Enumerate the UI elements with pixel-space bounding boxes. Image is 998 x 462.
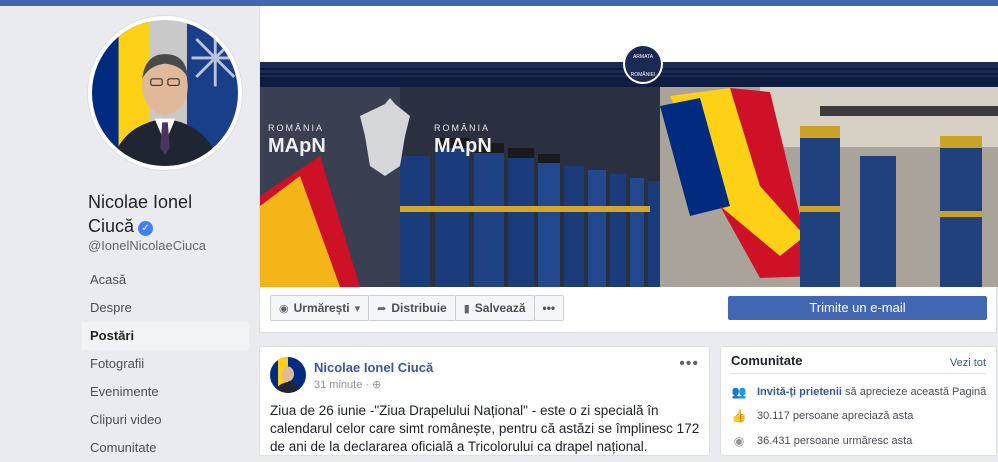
follows-count-text: 36.431 persoane urmăresc asta [757,435,913,447]
invite-friends-icon: 👥 [731,385,747,399]
emblem-top-text: ARMATA [633,54,654,60]
invite-friends-link[interactable]: Invită-ți prietenii [757,386,842,398]
community-card: Comunitate Vezi tot 👥 Invită-ți prieteni… [720,346,997,456]
share-label: Distribuie [391,301,447,315]
more-actions-button[interactable]: ••• [533,295,565,321]
emblem-bottom-text: ROMÂNIEI [631,71,656,78]
nav-item-postari[interactable]: Postări [82,322,249,350]
send-email-button[interactable]: Trimite un e-mail [728,296,987,320]
post-meta: 31 minute · ⊕ [314,378,381,391]
page-name-line2: Ciucă [88,216,135,236]
community-likes-row: 👍 30.117 persoane apreciază asta [731,409,914,423]
rss-icon: ◉ [279,302,289,315]
post-text: Ziua de 26 iunie -"Ziua Drapelului Națio… [270,403,700,454]
post-author-avatar[interactable] [270,357,306,393]
cover-photo[interactable]: ARMATA ROMÂNIEI ROMÂNIA MApN ROMÂNIA MAp… [260,6,998,287]
share-button[interactable]: ➦ Distribuie [368,295,456,321]
community-follows-row: ◉ 36.431 persoane urmăresc asta [731,434,913,448]
post-options-button[interactable]: ••• [679,355,699,373]
page-name-line1: Nicolae Ionel [88,192,193,212]
chevron-down-icon: ▾ [354,302,361,315]
follow-button[interactable]: ◉ Urmărești ▾ [270,295,370,321]
profile-picture[interactable] [88,16,242,170]
page-handle[interactable]: @IonelNicolaeCiuca [88,238,206,253]
share-icon: ➦ [377,302,387,315]
cover-card: ARMATA ROMÂNIEI ROMÂNIA MApN ROMÂNIA MAp… [259,6,998,333]
verified-badge-icon: ✓ [138,221,154,236]
page-actions: ◉ Urmărești ▾ ➦ Distribuie ▮ Salvează ••… [270,295,565,321]
thumbs-up-icon: 👍 [731,409,747,423]
post-avatar-illustration [270,357,306,393]
nav-item-clipuri-video[interactable]: Clipuri video [82,406,249,434]
globe-icon: ⊕ [372,379,382,391]
page-name: Nicolae Ionel Ciucă ✓ [88,190,248,238]
save-label: Salvează [474,301,526,315]
save-button[interactable]: ▮ Salvează [454,295,535,321]
bookmark-icon: ▮ [463,302,470,315]
page-navigation: Acasă Despre Postări Fotografii Evenimen… [82,266,249,462]
nav-item-acasa[interactable]: Acasă [82,266,249,294]
see-all-link[interactable]: Vezi tot [950,357,986,369]
profile-photo-illustration [92,20,238,166]
nav-item-despre[interactable]: Despre [82,294,249,322]
logo-text-left: ROMÂNIA [268,123,324,133]
invite-friends-text: să aprecieze această Pagină [845,386,987,398]
nav-item-fotografii[interactable]: Fotografii [82,350,249,378]
post-author-name[interactable]: Nicolae Ionel Ciucă [314,360,433,375]
logo-acronym-right: MApN [434,135,492,157]
rss-icon: ◉ [733,434,745,448]
logo-text-right: ROMÂNIA [434,123,490,133]
post-time[interactable]: 31 minute [314,379,362,391]
follow-label: Urmărești [293,301,350,315]
post-card: Nicolae Ionel Ciucă 31 minute · ⊕ ••• Zi… [259,346,710,456]
community-invite-row: 👥 Invită-ți prietenii să aprecieze aceas… [731,385,987,399]
cover-photo-illustration: ARMATA ROMÂNIEI ROMÂNIA MApN ROMÂNIA MAp… [260,6,998,287]
likes-count-text: 30.117 persoane apreciază asta [757,410,914,422]
logo-acronym-left: MApN [268,135,326,157]
community-title: Comunitate [731,353,803,368]
nav-item-comunitate[interactable]: Comunitate [82,434,249,462]
more-icon: ••• [542,301,556,315]
nav-item-evenimente[interactable]: Evenimente [82,378,249,406]
divider [731,373,986,374]
